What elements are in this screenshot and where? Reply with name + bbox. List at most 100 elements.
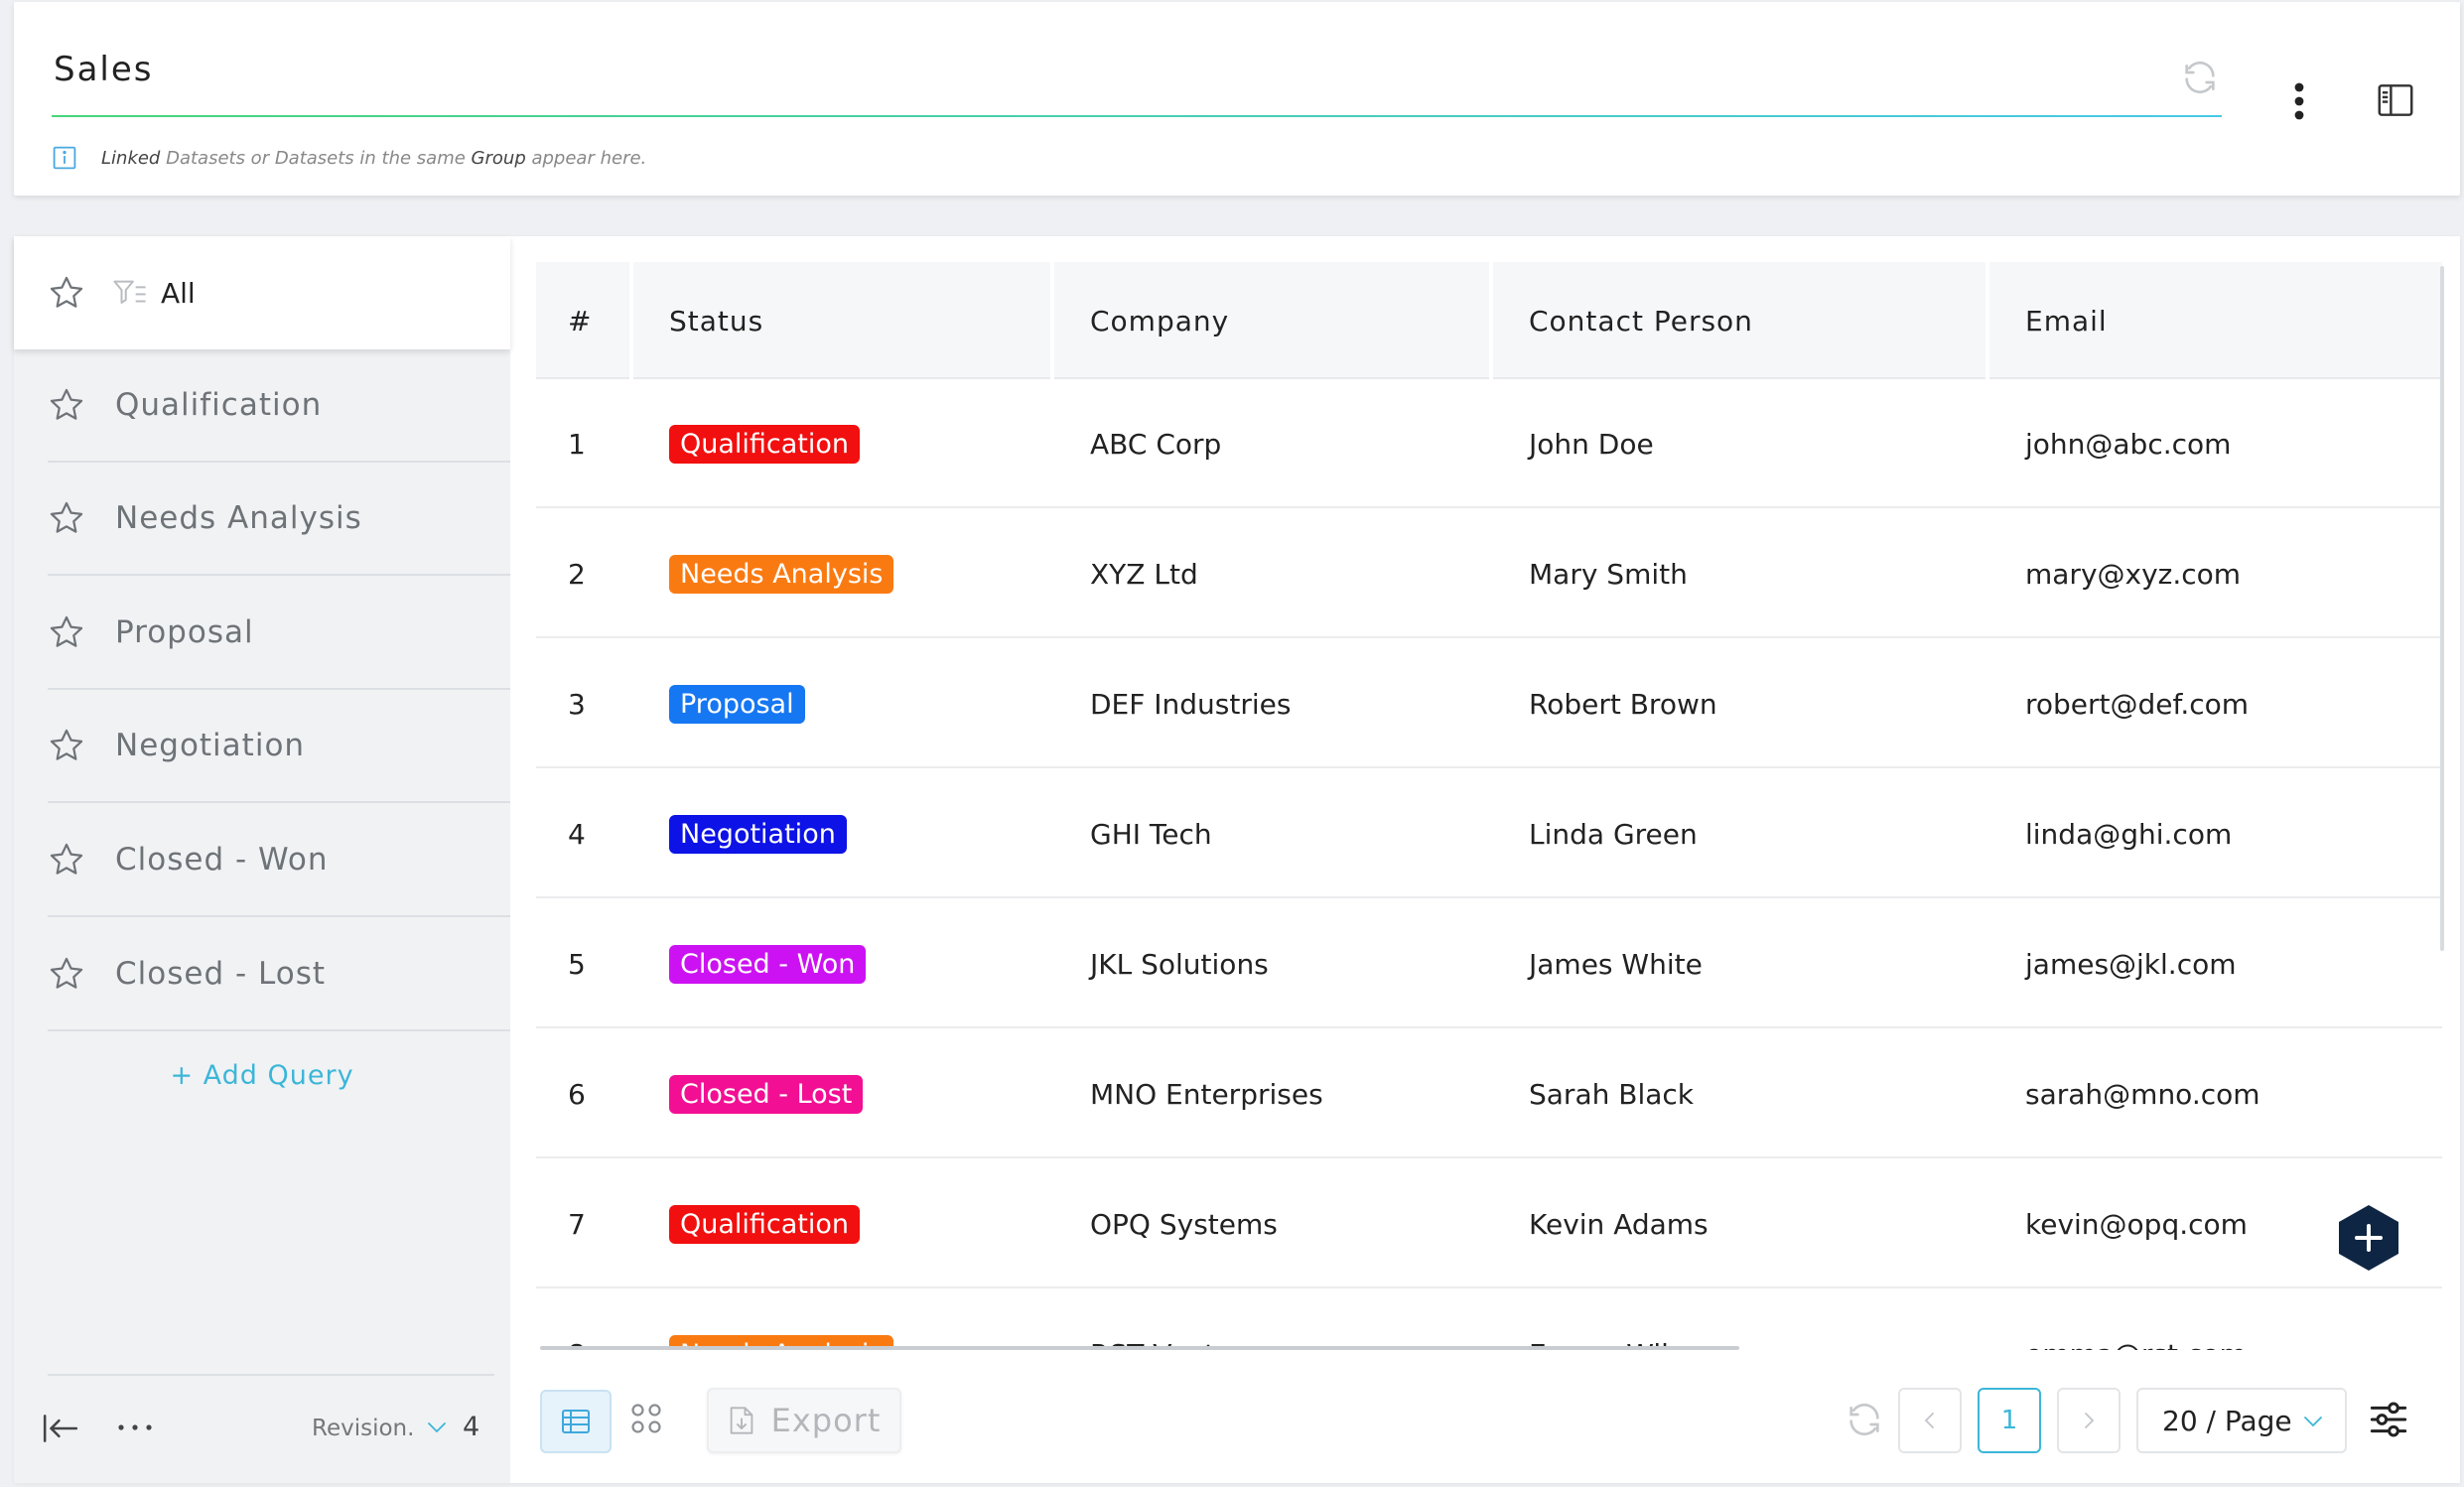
star-icon[interactable] xyxy=(48,386,85,424)
star-icon[interactable] xyxy=(48,841,85,879)
sidebar-divider xyxy=(48,1374,494,1376)
title-underline xyxy=(52,115,2222,117)
contact-cell: Sarah Black xyxy=(1529,1077,1695,1111)
refresh-icon[interactable] xyxy=(2180,58,2220,97)
page-size-value: 20 / Page xyxy=(2162,1404,2292,1437)
star-icon[interactable] xyxy=(48,499,85,537)
company-cell: OPQ Systems xyxy=(1090,1159,1278,1288)
table-view-icon xyxy=(562,1410,590,1433)
row-number: 6 xyxy=(568,1077,586,1111)
query-item-needs-analysis[interactable]: Needs Analysis xyxy=(48,463,510,576)
export-button[interactable]: Export xyxy=(707,1388,901,1453)
status-badge: Closed - Lost xyxy=(669,1074,864,1114)
email-cell: mary@xyz.com xyxy=(2025,509,2241,638)
table-row[interactable]: 4 Negotiation GHI Tech Linda Green linda@ghi… xyxy=(536,769,2442,898)
chevron-down-icon[interactable] xyxy=(425,1418,449,1437)
revision-label[interactable]: Revision. xyxy=(312,1416,414,1441)
column-header[interactable]: Company xyxy=(1090,262,1229,379)
add-query-button[interactable]: + Add Query xyxy=(14,1060,510,1091)
export-file-icon xyxy=(730,1407,753,1434)
table-row[interactable]: 1 Qualification ABC Corp John Doe john@abc.c… xyxy=(536,379,2442,508)
query-label: Proposal xyxy=(115,614,254,650)
page-size-select[interactable]: 20 / Page xyxy=(2136,1388,2347,1453)
column-header[interactable]: Email xyxy=(2025,262,2108,379)
contact-cell: James White xyxy=(1529,899,1703,1028)
star-icon[interactable] xyxy=(48,274,85,312)
table-row[interactable]: 7 Qualification OPQ Systems Kevin Adams kevi… xyxy=(536,1159,2442,1288)
more-horizontal-icon[interactable] xyxy=(115,1419,155,1435)
status-badge: Proposal xyxy=(669,684,805,724)
email-cell: sarah@mno.com xyxy=(2025,1077,2260,1111)
table-row[interactable]: 8 Needs Analysis RST Ventures Emma Wilson em… xyxy=(536,1289,2442,1350)
column-divider[interactable] xyxy=(1050,262,1054,379)
company-cell: RST Ventures xyxy=(1090,1289,1276,1351)
dataset-title[interactable]: Sales xyxy=(54,50,154,89)
contact-cell: Sarah Black xyxy=(1529,1029,1694,1158)
query-item-proposal[interactable]: Proposal xyxy=(48,577,510,690)
reload-table-icon[interactable] xyxy=(1845,1400,1884,1439)
email-cell: kevin@opq.com xyxy=(2025,1159,2248,1288)
column-divider[interactable] xyxy=(1985,262,1989,379)
table-view-button[interactable] xyxy=(540,1390,612,1453)
column-header[interactable]: # xyxy=(568,262,592,379)
query-item-all[interactable]: All xyxy=(14,236,510,349)
column-divider[interactable] xyxy=(629,262,633,379)
table-row[interactable]: 3 Proposal DEF Industries Robert Brown rober… xyxy=(536,639,2442,768)
contact-cell: Linda Green xyxy=(1529,769,1698,898)
status-badge: Closed - Won xyxy=(669,944,867,984)
table-row[interactable]: 5 Closed - Won JKL Solutions James White jam… xyxy=(536,899,2442,1028)
status-badge: Negotiation xyxy=(669,814,847,854)
main-panel: All Qualification Needs Analysis Proposa… xyxy=(14,236,2460,1483)
next-page-button[interactable] xyxy=(2057,1388,2121,1453)
star-icon[interactable] xyxy=(48,613,85,651)
column-divider[interactable] xyxy=(1489,262,1493,379)
company-cell: DEF Industries xyxy=(1090,687,1292,721)
previous-page-button[interactable] xyxy=(1898,1388,1962,1453)
contact-cell: Mary Smith xyxy=(1529,557,1688,591)
status-badge: Qualification xyxy=(669,424,861,464)
query-item-qualification[interactable]: Qualification xyxy=(48,349,510,463)
table-row[interactable]: 2 Needs Analysis XYZ Ltd Mary Smith mary@xyz… xyxy=(536,509,2442,638)
star-icon[interactable] xyxy=(48,955,85,993)
status-cell: Closed - Lost xyxy=(669,1029,864,1158)
column-header[interactable]: Status xyxy=(669,262,763,379)
company-cell: XYZ Ltd xyxy=(1090,509,1198,638)
table-settings-icon[interactable] xyxy=(2369,1400,2408,1439)
chevron-right-icon xyxy=(2085,1413,2095,1428)
row-number: 8 xyxy=(568,1289,586,1351)
company-cell: DEF Industries xyxy=(1090,639,1291,768)
query-sidebar: All Qualification Needs Analysis Proposa… xyxy=(14,236,510,1483)
more-options-icon[interactable] xyxy=(2291,81,2307,121)
company-cell: OPQ Systems xyxy=(1090,1207,1278,1241)
column-header[interactable]: Contact Person xyxy=(1529,262,1753,379)
collapse-sidebar-icon[interactable] xyxy=(42,1412,79,1445)
email-cell: robert@def.com xyxy=(2025,687,2250,721)
query-label: Needs Analysis xyxy=(115,500,362,536)
company-cell: MNO Enterprises xyxy=(1090,1077,1323,1111)
row-number: 4 xyxy=(568,817,586,851)
row-number: 1 xyxy=(568,379,586,508)
grid-view-icon[interactable] xyxy=(629,1402,663,1435)
table-row[interactable]: 6 Closed - Lost MNO Enterprises Sarah Black… xyxy=(536,1029,2442,1158)
add-record-button[interactable] xyxy=(2337,1203,2400,1273)
email-cell: robert@def.com xyxy=(2025,639,2249,768)
page-number-button[interactable]: 1 xyxy=(1978,1388,2041,1453)
side-panel-toggle-icon[interactable] xyxy=(2377,83,2414,117)
row-number: 5 xyxy=(568,899,586,1028)
email-cell: james@jkl.com xyxy=(2025,899,2237,1028)
horizontal-scrollbar[interactable] xyxy=(540,1346,1739,1350)
query-item-negotiation[interactable]: Negotiation xyxy=(48,690,510,803)
email-cell: linda@ghi.com xyxy=(2025,817,2233,851)
dataset-header: Sales Linked Datasets or Datasets in the… xyxy=(14,2,2460,196)
vertical-scrollbar[interactable] xyxy=(2440,266,2444,951)
company-cell: ABC Corp xyxy=(1090,427,1222,461)
query-item-closed-won[interactable]: Closed - Won xyxy=(48,804,510,917)
query-item-closed-lost[interactable]: Closed - Lost xyxy=(48,918,510,1031)
email-cell: linda@ghi.com xyxy=(2025,769,2232,898)
row-number: 4 xyxy=(568,769,586,898)
info-note: Linked Datasets or Datasets in the same … xyxy=(52,145,646,171)
status-cell: Needs Analysis xyxy=(669,1289,894,1350)
status-badge: Needs Analysis xyxy=(669,554,894,594)
email-cell: john@abc.com xyxy=(2025,427,2232,461)
star-icon[interactable] xyxy=(48,727,85,764)
